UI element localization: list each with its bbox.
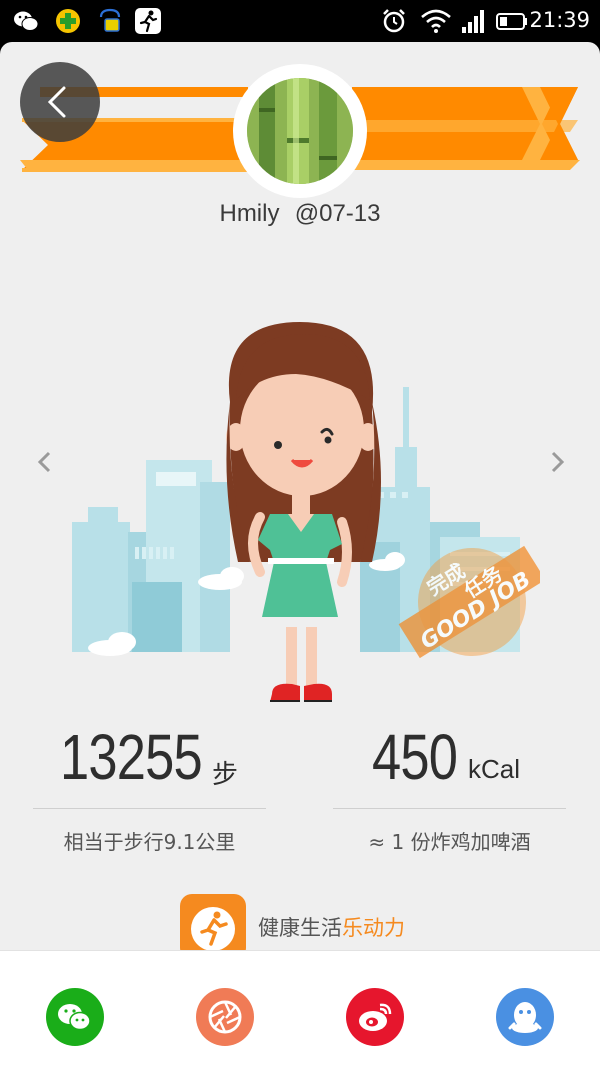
alarm-icon <box>383 9 405 33</box>
wifi-icon <box>421 9 451 33</box>
steps-unit: 步 <box>212 759 239 789</box>
qq-penguin-icon <box>508 1002 542 1033</box>
calories-description: ≈ 1 份炸鸡加啤酒 <box>368 830 531 854</box>
calories-divider <box>333 808 566 809</box>
moments-aperture-icon <box>208 1000 242 1034</box>
next-day-arrow-icon[interactable] <box>542 447 572 477</box>
user-name: Hmily <box>219 200 280 227</box>
running-app-icon <box>135 8 161 34</box>
signal-icon <box>462 10 484 33</box>
app-promo[interactable]: 健康生活乐动力 <box>180 894 480 960</box>
previous-day-arrow-icon[interactable] <box>30 447 60 477</box>
user-info: Hmily @07-13 <box>0 199 600 228</box>
weibo-icon <box>359 1003 392 1031</box>
avatar[interactable] <box>233 64 367 198</box>
girl-character <box>226 322 381 702</box>
promo-text-highlight: 乐动力 <box>342 916 405 940</box>
share-moments-button[interactable] <box>196 988 254 1046</box>
calories-unit: kCal <box>468 754 521 784</box>
status-bar: 21:39 <box>0 0 600 42</box>
promo-text-plain: 健康生活 <box>258 916 342 940</box>
steps-divider <box>33 808 266 809</box>
steps-value: 13255 <box>60 721 203 793</box>
promo-text: 健康生活乐动力 <box>258 912 405 942</box>
wechat-icon <box>14 11 39 31</box>
back-button[interactable] <box>20 62 100 142</box>
steps-description: 相当于步行9.1公里 <box>63 830 236 854</box>
activity-card: Hmily @07-13 完成 任务 GOOD JOB 13255 步 相当于步… <box>0 42 600 1067</box>
notification-bag-icon <box>99 8 121 32</box>
share-weibo-button[interactable] <box>346 988 404 1046</box>
share-qq-button[interactable] <box>496 988 554 1046</box>
chevron-left-icon <box>47 86 66 118</box>
share-wechat-button[interactable] <box>46 988 104 1046</box>
wechat-icon <box>58 1004 91 1031</box>
share-bar <box>0 950 600 1067</box>
calories-value: 450 <box>372 721 458 793</box>
activity-illustration: 完成 任务 GOOD JOB <box>72 322 540 702</box>
clock: 21:39 <box>529 8 590 32</box>
game-center-icon <box>56 9 80 33</box>
record-date: @07-13 <box>294 200 381 227</box>
bamboo-avatar-image <box>247 78 353 184</box>
battery-icon <box>496 13 527 30</box>
